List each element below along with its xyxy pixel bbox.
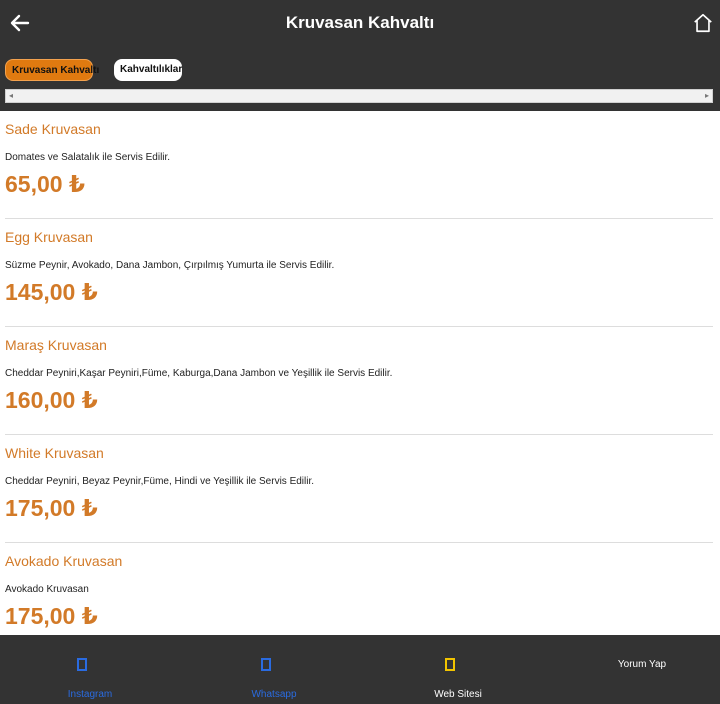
review-label: Yorum Yap (617, 659, 667, 670)
website-link[interactable]: Web Sitesi (368, 635, 548, 704)
bottom-nav-bar: Instagram Whatsapp Web Sitesi Yorum Yap (0, 635, 720, 704)
item-description: Süzme Peynir, Avokado, Dana Jambon, Çırp… (5, 260, 335, 271)
item-description: Domates ve Salatalık ile Servis Edilir. (5, 152, 171, 163)
item-name: White Kruvasan (5, 445, 104, 461)
item-price: 175,00 ₺ (5, 603, 98, 629)
item-description: Avokado Kruvasan (5, 584, 89, 595)
menu-list: Sade Kruvasan Domates ve Salatalık ile S… (0, 111, 720, 651)
item-price: 65,00 ₺ (5, 171, 85, 197)
item-name: Egg Kruvasan (5, 229, 93, 245)
menu-item[interactable]: Maraş Kruvasan Cheddar Peyniri,Kaşar Pey… (5, 327, 713, 435)
home-icon[interactable] (692, 12, 714, 34)
whatsapp-link[interactable]: Whatsapp (184, 635, 364, 704)
instagram-label: Instagram (67, 689, 113, 700)
scroll-right-icon[interactable]: ▸ (705, 91, 709, 101)
website-label: Web Sitesi (434, 689, 482, 700)
top-app-bar: Kruvasan Kahvaltı (0, 0, 720, 47)
item-price: 145,00 ₺ (5, 279, 98, 305)
tab-kahvaltiliklar[interactable]: Kahvaltılıklar (114, 59, 182, 81)
menu-item[interactable]: Egg Kruvasan Süzme Peynir, Avokado, Dana… (5, 219, 713, 327)
scroll-left-icon[interactable]: ◂ (9, 91, 13, 101)
item-description: Cheddar Peyniri,Kaşar Peyniri,Füme, Kabu… (5, 368, 393, 379)
item-price: 160,00 ₺ (5, 387, 98, 413)
item-description: Cheddar Peyniri, Beyaz Peynir,Füme, Hind… (5, 476, 315, 487)
review-link[interactable]: Yorum Yap (552, 635, 720, 704)
category-bar: Kruvasan Kahvaltı Kahvaltılıklar ◂ ▸ (0, 47, 720, 111)
item-price: 175,00 ₺ (5, 495, 98, 521)
instagram-link[interactable]: Instagram (0, 635, 180, 704)
instagram-icon (77, 658, 87, 671)
item-name: Maraş Kruvasan (5, 337, 107, 353)
menu-item[interactable]: White Kruvasan Cheddar Peyniri, Beyaz Pe… (5, 435, 713, 543)
whatsapp-icon (261, 658, 271, 671)
whatsapp-label: Whatsapp (251, 689, 297, 700)
item-name: Sade Kruvasan (5, 121, 101, 137)
tab-kruvasan-kahvalti[interactable]: Kruvasan Kahvaltı (5, 59, 99, 81)
horizontal-scrollbar[interactable]: ◂ ▸ (5, 89, 713, 103)
website-icon (445, 658, 455, 671)
page-title: Kruvasan Kahvaltı (285, 13, 435, 32)
item-name: Avokado Kruvasan (5, 553, 123, 569)
menu-item[interactable]: Sade Kruvasan Domates ve Salatalık ile S… (5, 111, 713, 219)
